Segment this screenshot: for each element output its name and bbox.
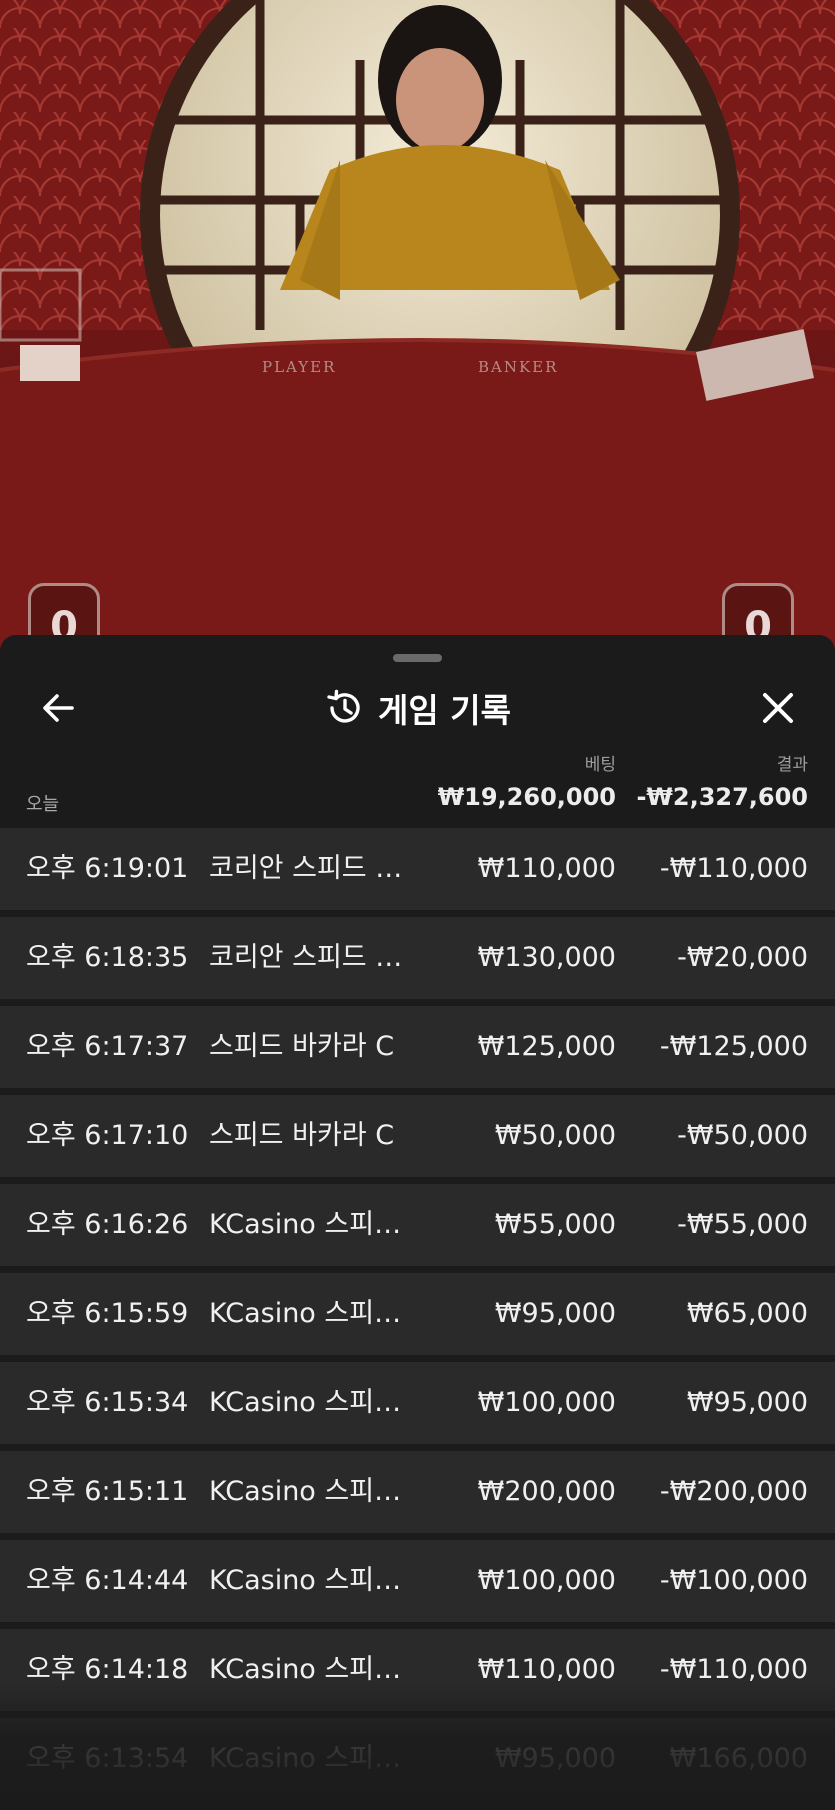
row-game: 스피드 바카라 C — [209, 1031, 395, 1062]
row-game: 코리안 스피드 바… — [209, 942, 424, 973]
history-row[interactable]: 오후 6:19:01 코리안 스피드 바… ₩110,000 -₩110,000 — [0, 828, 835, 910]
history-list: 오후 6:19:01 코리안 스피드 바… ₩110,000 -₩110,000… — [0, 828, 835, 1807]
row-game: KCasino 스피… — [209, 1565, 402, 1596]
row-time: 오후 6:17:37 — [26, 1031, 189, 1062]
row-result: -₩110,000 — [659, 853, 808, 884]
sheet-header: 게임 기록 — [0, 677, 835, 737]
history-row[interactable]: 오후 6:14:18 KCasino 스피… ₩110,000 -₩110,00… — [0, 1629, 835, 1711]
row-bet: ₩55,000 — [494, 1209, 616, 1240]
history-row[interactable]: 오후 6:15:59 KCasino 스피… ₩95,000 ₩65,000 — [0, 1273, 835, 1355]
row-result: ₩166,000 — [669, 1743, 808, 1774]
row-bet: ₩95,000 — [494, 1743, 616, 1774]
row-game: KCasino 스피… — [209, 1654, 402, 1685]
row-bet: ₩100,000 — [477, 1565, 616, 1596]
dealer-scene — [0, 0, 835, 660]
row-result: -₩20,000 — [677, 942, 808, 973]
total-bet: ₩19,260,000 — [437, 783, 616, 811]
total-result: -₩2,327,600 — [636, 783, 808, 811]
history-icon — [327, 689, 360, 723]
player-area-label: PLAYER — [262, 358, 337, 376]
history-row[interactable]: 오후 6:17:10 스피드 바카라 C ₩50,000 -₩50,000 — [0, 1095, 835, 1177]
history-row[interactable]: 오후 6:14:44 KCasino 스피… ₩100,000 -₩100,00… — [0, 1540, 835, 1622]
banker-area-label: BANKER — [478, 358, 559, 376]
bet-column-header: 베팅 — [584, 755, 616, 775]
row-bet: ₩50,000 — [494, 1120, 616, 1151]
row-game: KCasino 스피… — [209, 1743, 402, 1774]
row-game: KCasino 스피… — [209, 1387, 402, 1418]
day-group-label: 오늘 — [26, 794, 60, 815]
result-column-header: 결과 — [776, 755, 808, 775]
history-row[interactable]: 오후 6:18:35 코리안 스피드 바… ₩130,000 -₩20,000 — [0, 917, 835, 999]
row-game: KCasino 스피… — [209, 1476, 402, 1507]
row-result: -₩55,000 — [677, 1209, 808, 1240]
row-result: -₩50,000 — [677, 1120, 808, 1151]
row-bet: ₩95,000 — [494, 1298, 616, 1329]
row-time: 오후 6:19:01 — [26, 853, 189, 884]
sheet-title-group: 게임 기록 — [0, 683, 835, 733]
history-row[interactable]: 오후 6:15:11 KCasino 스피… ₩200,000 -₩200,00… — [0, 1451, 835, 1533]
row-result: -₩100,000 — [659, 1565, 808, 1596]
row-bet: ₩100,000 — [477, 1387, 616, 1418]
drag-handle[interactable] — [393, 654, 442, 662]
row-time: 오후 6:15:59 — [26, 1298, 189, 1329]
row-time: 오후 6:18:35 — [26, 942, 189, 973]
game-history-sheet: 게임 기록 베팅 결과 오늘 ₩19,260,000 -₩2,327,600 오… — [0, 635, 835, 1810]
history-row[interactable]: 오후 6:17:37 스피드 바카라 C ₩125,000 -₩125,000 — [0, 1006, 835, 1088]
row-game: KCasino 스피… — [209, 1298, 402, 1329]
history-row[interactable]: 오후 6:13:54 KCasino 스피… ₩95,000 ₩166,000 — [0, 1718, 835, 1800]
history-row[interactable]: 오후 6:16:26 KCasino 스피… ₩55,000 -₩55,000 — [0, 1184, 835, 1266]
row-result: -₩200,000 — [659, 1476, 808, 1507]
close-button[interactable] — [755, 685, 801, 731]
row-time: 오후 6:13:54 — [26, 1743, 189, 1774]
row-time: 오후 6:15:34 — [26, 1387, 189, 1418]
row-game: 코리안 스피드 바… — [209, 853, 424, 884]
row-result: -₩110,000 — [659, 1654, 808, 1685]
row-time: 오후 6:15:11 — [26, 1476, 189, 1507]
row-result: ₩65,000 — [686, 1298, 808, 1329]
row-bet: ₩200,000 — [477, 1476, 616, 1507]
row-time: 오후 6:14:44 — [26, 1565, 189, 1596]
row-result: -₩125,000 — [659, 1031, 808, 1062]
sheet-title: 게임 기록 — [378, 691, 511, 730]
row-bet: ₩130,000 — [477, 942, 616, 973]
row-bet: ₩110,000 — [477, 853, 616, 884]
row-time: 오후 6:17:10 — [26, 1120, 189, 1151]
row-time: 오후 6:14:18 — [26, 1654, 189, 1685]
close-icon — [763, 693, 793, 723]
row-game: KCasino 스피… — [209, 1209, 402, 1240]
row-result: ₩95,000 — [686, 1387, 808, 1418]
row-bet: ₩125,000 — [477, 1031, 616, 1062]
row-time: 오후 6:16:26 — [26, 1209, 189, 1240]
row-bet: ₩110,000 — [477, 1654, 616, 1685]
live-video-feed: PLAYER BANKER 0 0 — [0, 0, 835, 660]
history-row[interactable]: 오후 6:15:34 KCasino 스피… ₩100,000 ₩95,000 — [0, 1362, 835, 1444]
row-game: 스피드 바카라 C — [209, 1120, 395, 1151]
